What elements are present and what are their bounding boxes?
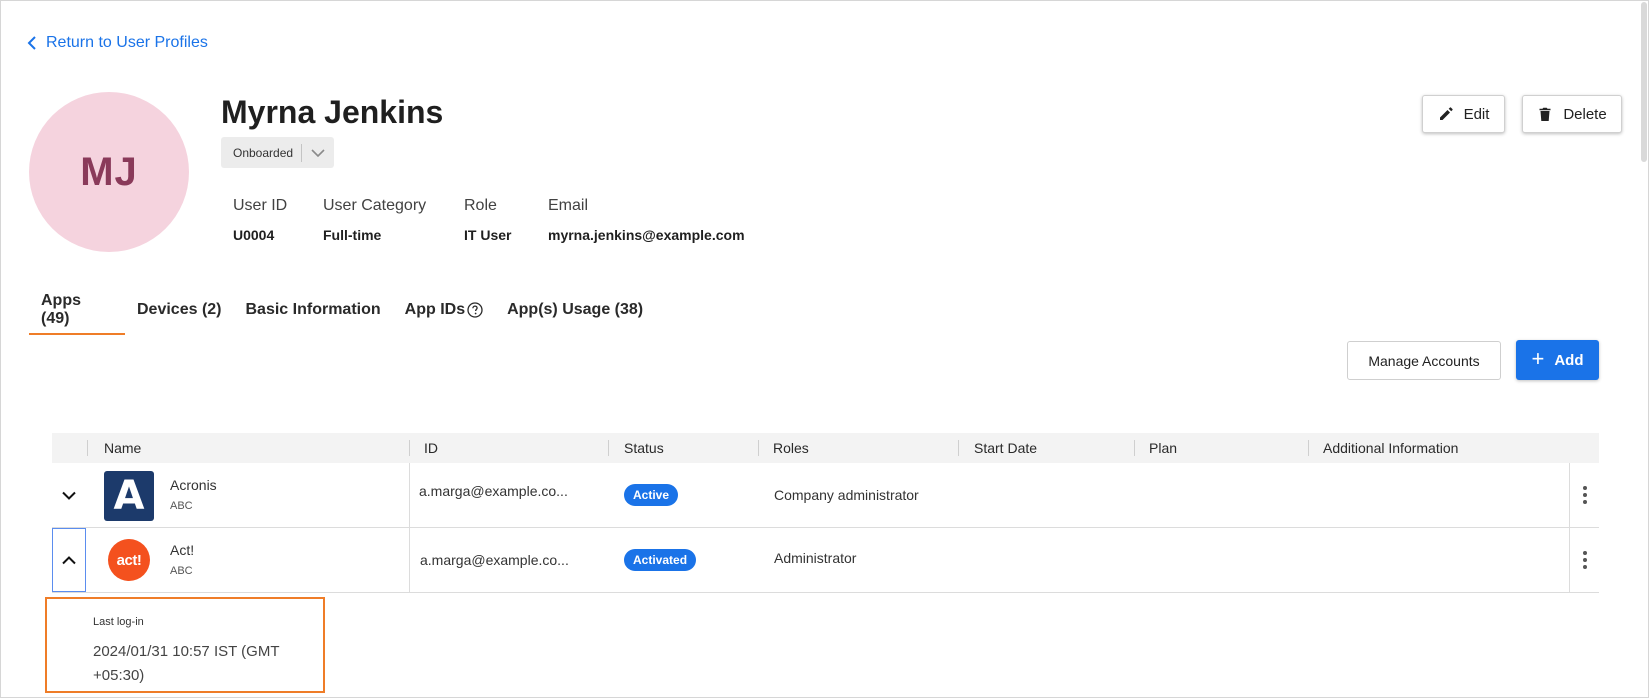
delete-button[interactable]: Delete xyxy=(1522,95,1622,133)
status-cell: Activated xyxy=(624,528,697,592)
tab-basic-information-label: Basic Information xyxy=(245,301,381,318)
table-row: act! Act! ABC a.marga@example.co... Acti… xyxy=(52,528,1599,593)
status-badge: Active xyxy=(624,484,679,506)
pencil-icon xyxy=(1439,107,1453,120)
user-id-value: U0004 xyxy=(233,227,275,243)
tab-app-usage-label: App(s) Usage (38) xyxy=(507,301,644,318)
column-header-additional-information[interactable]: Additional Information xyxy=(1323,433,1458,463)
edit-button-label: Edit xyxy=(1463,105,1490,123)
role-value: IT User xyxy=(464,227,512,243)
user-id-label: User ID xyxy=(233,197,288,214)
chevron-left-icon xyxy=(27,36,36,50)
tab-devices-label: Devices (2) xyxy=(137,301,222,318)
vertical-scrollbar[interactable] xyxy=(1641,2,1647,162)
chevron-down-icon xyxy=(62,491,76,500)
column-header-plan[interactable]: Plan xyxy=(1149,433,1177,463)
user-category-value: Full-time xyxy=(323,227,382,243)
column-separator xyxy=(1134,440,1135,456)
add-button[interactable]: + Add xyxy=(1516,340,1599,380)
roles-cell: Company administrator xyxy=(774,487,919,503)
status-badge: Activated xyxy=(624,549,697,571)
column-header-name[interactable]: Name xyxy=(104,433,141,463)
apps-table: Name ID Status Roles Start Date Plan Add… xyxy=(52,433,1599,593)
trash-icon xyxy=(1539,107,1551,121)
chevron-up-icon xyxy=(62,555,76,564)
last-login-label: Last log-in xyxy=(93,616,144,628)
chevron-down-icon xyxy=(302,148,334,157)
column-separator xyxy=(958,440,959,456)
app-name: Acronis xyxy=(170,477,217,493)
collapse-row-button[interactable] xyxy=(52,528,86,592)
account-id-cell: a.marga@example.co... xyxy=(419,483,568,499)
column-separator xyxy=(409,440,410,456)
delete-button-label: Delete xyxy=(1563,105,1607,123)
cell-divider xyxy=(409,528,410,592)
acronis-logo: A xyxy=(104,471,154,521)
tab-basic-information[interactable]: Basic Information xyxy=(234,285,393,335)
role-label: Role xyxy=(464,197,497,214)
column-header-status[interactable]: Status xyxy=(624,433,664,463)
user-category-label: User Category xyxy=(323,197,427,214)
avatar: MJ xyxy=(29,92,189,252)
app-name: Act! xyxy=(170,542,195,558)
column-separator xyxy=(758,440,759,456)
help-circle-icon[interactable] xyxy=(467,302,483,318)
last-login-value: 2024/01/31 10:57 IST (GMT +05:30) xyxy=(93,643,280,684)
column-separator xyxy=(1308,440,1309,456)
app-org: ABC xyxy=(170,500,193,512)
column-separator xyxy=(87,440,88,456)
email-value: myrna.jenkins@example.com xyxy=(548,227,745,243)
tab-app-ids-label: App IDs xyxy=(404,301,466,318)
email-field: Email myrna.jenkins@example.com xyxy=(548,197,745,243)
email-label: Email xyxy=(548,197,589,214)
profile-tabs: Apps (49) Devices (2) Basic Information … xyxy=(29,285,655,335)
user-status-dropdown[interactable]: Onboarded xyxy=(221,137,334,168)
user-name-heading: Myrna Jenkins xyxy=(221,94,444,130)
manage-accounts-label: Manage Accounts xyxy=(1368,352,1480,369)
tab-apps[interactable]: Apps (49) xyxy=(29,285,125,335)
status-selected-value: Onboarded xyxy=(233,145,294,160)
add-button-label: Add xyxy=(1554,351,1584,369)
tab-app-ids[interactable]: App IDs xyxy=(393,285,495,335)
role-field: Role IT User xyxy=(464,197,511,243)
plus-icon: + xyxy=(1531,346,1545,371)
table-row: A Acronis ABC a.marga@example.co... Acti… xyxy=(52,463,1599,528)
status-cell: Active xyxy=(624,463,679,527)
user-id-field: User ID U0004 xyxy=(233,197,287,243)
column-header-start-date[interactable]: Start Date xyxy=(974,433,1037,463)
row-actions-menu-icon[interactable] xyxy=(1570,463,1599,527)
user-category-field: User Category Full-time xyxy=(323,197,426,243)
account-id-cell: a.marga@example.co... xyxy=(420,552,569,568)
act-logo: act! xyxy=(108,539,150,581)
cell-divider xyxy=(409,463,410,527)
tab-devices[interactable]: Devices (2) xyxy=(125,285,234,335)
edit-button[interactable]: Edit xyxy=(1422,95,1505,133)
return-to-user-profiles-link[interactable]: Return to User Profiles xyxy=(26,34,208,52)
tab-app-usage[interactable]: App(s) Usage (38) xyxy=(495,285,655,335)
back-link-label: Return to User Profiles xyxy=(46,34,208,51)
manage-accounts-button[interactable]: Manage Accounts xyxy=(1347,341,1501,380)
table-header: Name ID Status Roles Start Date Plan Add… xyxy=(52,433,1599,463)
tab-apps-label: Apps (49) xyxy=(41,292,81,327)
row-actions-menu-icon[interactable] xyxy=(1570,528,1599,592)
app-org: ABC xyxy=(170,565,193,577)
expand-row-button[interactable] xyxy=(52,463,86,527)
roles-cell: Administrator xyxy=(774,550,857,566)
column-header-roles[interactable]: Roles xyxy=(773,433,809,463)
column-separator xyxy=(608,440,609,456)
avatar-initials: MJ xyxy=(80,149,138,194)
